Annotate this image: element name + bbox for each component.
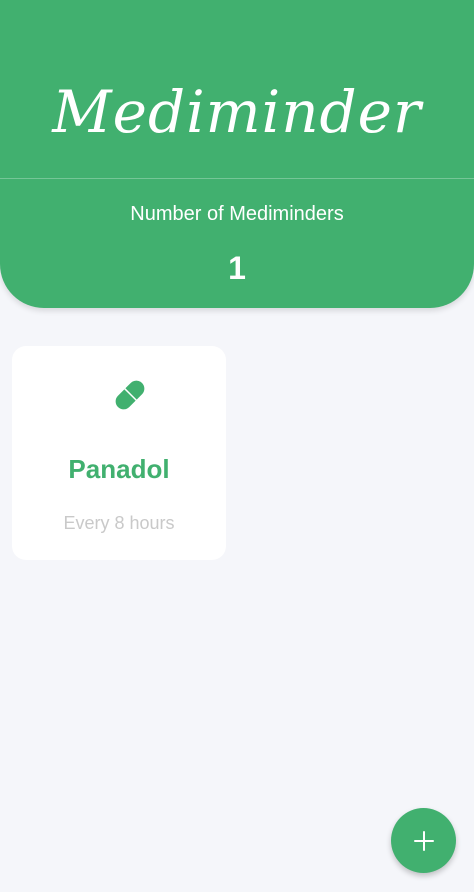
pill-icon [115,380,145,410]
mediminder-count-label: Number of Mediminders [130,203,344,225]
mediminder-count-value: 1 [228,250,246,286]
add-medicine-button[interactable] [391,808,456,873]
header-divider [0,178,474,179]
header: Mediminder Number of Mediminders 1 [0,0,474,308]
app-screen: Mediminder Number of Mediminders 1 Panad… [0,0,474,892]
medicine-name: Panadol [68,454,170,484]
medicine-schedule: Every 8 hours [63,513,175,533]
plus-icon [413,830,434,851]
app-title: Mediminder [52,78,422,146]
